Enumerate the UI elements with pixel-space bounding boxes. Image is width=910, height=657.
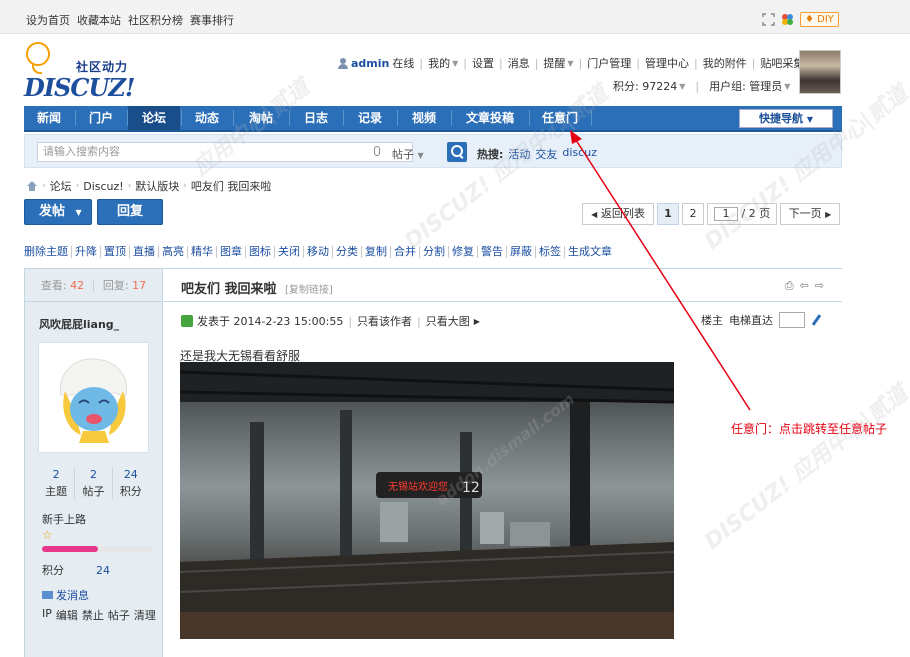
annotation-text: 任意门：点击跳转至任意帖子 (731, 422, 888, 436)
annotation-arrow (570, 130, 751, 411)
